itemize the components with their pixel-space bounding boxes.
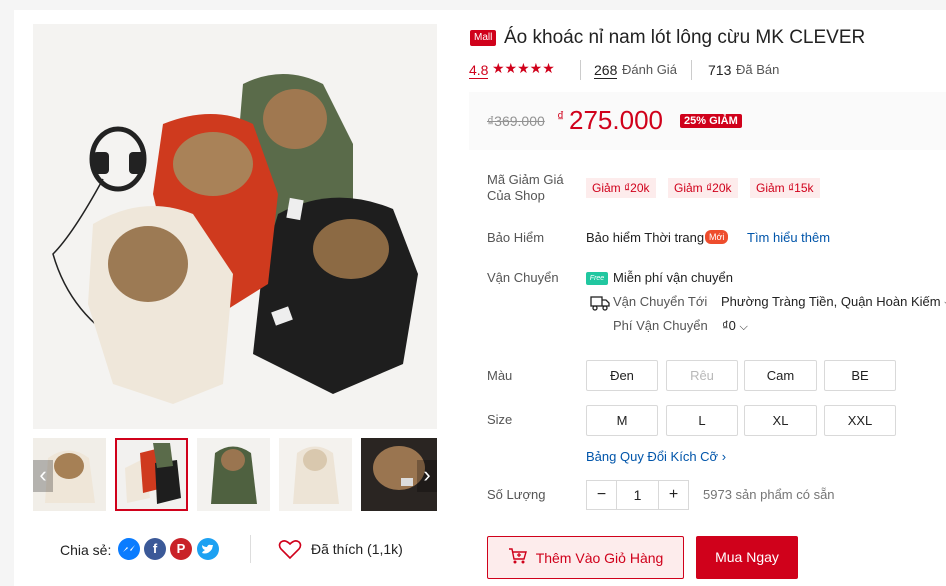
truck-icon <box>590 295 610 311</box>
size-option-m[interactable]: M <box>586 405 658 436</box>
thumbnail-4[interactable] <box>279 438 352 511</box>
ship-fee-value: ₫0 <box>722 318 736 333</box>
mall-badge: Mall <box>470 30 497 46</box>
quantity-stepper: − 1 + <box>586 480 689 510</box>
insurance-text: Bảo hiểm Thời trang <box>586 230 705 245</box>
size-option-l[interactable]: L <box>666 405 738 436</box>
ship-to-value: Phường Tràng Tiền, Quận Hoàn Kiếm <box>721 294 941 309</box>
messenger-icon[interactable] <box>118 538 140 560</box>
divider <box>691 60 692 80</box>
voucher-tag[interactable]: Giảm ₫15k <box>750 178 820 198</box>
divider <box>580 60 581 80</box>
shipping-label: Vận Chuyển <box>487 270 559 285</box>
review-count[interactable]: 268 <box>594 62 618 79</box>
sold-label: Đã Bán <box>736 62 780 77</box>
ship-fee-label: Phí Vận Chuyển <box>613 318 708 333</box>
original-price: ₫369.000 <box>487 113 545 129</box>
free-shipping-text: Miễn phí vận chuyển <box>613 270 733 285</box>
discount-badge: 25% GIẢM <box>680 114 742 128</box>
product-page: ‹ › Chia sẻ: f P Đã thích (1,1k) Mall Áo… <box>14 10 946 586</box>
thumb-next-arrow[interactable]: › <box>417 460 437 492</box>
like-count: Đã thích (1,1k) <box>311 541 403 557</box>
color-option-cam[interactable]: Cam <box>744 360 817 391</box>
sold-count: 713 <box>708 62 732 78</box>
insurance-label: Bảo Hiểm <box>487 230 545 245</box>
insurance-learn-more-link[interactable]: Tìm hiểu thêm <box>747 230 830 245</box>
ship-fee-selector[interactable]: ₫0 ⌵ <box>722 318 748 334</box>
rating-value[interactable]: 4.8 <box>469 62 489 79</box>
voucher-label: Mã Giảm Giá Của Shop <box>487 172 564 204</box>
quantity-increase-button[interactable]: + <box>658 481 688 509</box>
rating-stars: ★★★★★ <box>492 60 555 76</box>
current-price: 275.000 <box>569 105 663 135</box>
buy-now-button[interactable]: Mua Ngay <box>696 536 798 579</box>
size-option-xl[interactable]: XL <box>744 405 817 436</box>
size-chart-link-text: Bảng Quy Đổi Kích Cỡ <box>586 449 719 464</box>
ship-to-label: Vận Chuyển Tới <box>613 294 708 309</box>
chevron-right-icon: › <box>721 449 727 464</box>
share-label: Chia sẻ: <box>60 542 112 558</box>
chevron-down-icon: ⌵ <box>739 321 748 333</box>
voucher-label-line2: Của Shop <box>487 188 545 203</box>
free-shipping-icon: Free <box>586 272 608 285</box>
ship-to-selector[interactable]: Phường Tràng Tiền, Quận Hoàn Kiếm ⌵ <box>721 294 946 310</box>
product-title: Áo khoác nỉ nam lót lông cừu MK CLEVER <box>504 27 866 48</box>
color-option-be[interactable]: BE <box>824 360 896 391</box>
add-to-cart-button[interactable]: Thêm Vào Giỏ Hàng <box>487 536 684 579</box>
color-label: Màu <box>487 368 513 383</box>
twitter-icon[interactable] <box>197 538 219 560</box>
pinterest-icon[interactable]: P <box>170 538 192 560</box>
review-label: Đánh Giá <box>622 62 677 77</box>
quantity-label: Số Lượng <box>487 487 546 502</box>
heart-icon[interactable] <box>278 538 302 565</box>
quantity-decrease-button[interactable]: − <box>587 481 617 509</box>
new-badge: Mới <box>705 230 729 244</box>
add-to-cart-label: Thêm Vào Giỏ Hàng <box>535 549 664 566</box>
facebook-icon[interactable]: f <box>144 538 166 560</box>
size-label: Size <box>487 412 513 427</box>
share-divider <box>250 535 251 563</box>
currency-symbol: ₫ <box>557 108 565 124</box>
stock-available: 5973 sản phẩm có sẵn <box>703 487 835 502</box>
thumb-prev-arrow[interactable]: ‹ <box>33 460 53 492</box>
voucher-tag[interactable]: Giảm ₫20k <box>668 178 738 198</box>
cart-icon <box>508 547 528 568</box>
size-chart-link[interactable]: Bảng Quy Đổi Kích Cỡ › <box>586 449 726 464</box>
color-option-den[interactable]: Đen <box>586 360 658 391</box>
size-option-xxl[interactable]: XXL <box>824 405 896 436</box>
voucher-label-line1: Mã Giảm Giá <box>487 172 564 187</box>
thumbnail-3[interactable] <box>197 438 270 511</box>
thumbnail-2-selected[interactable] <box>115 438 188 511</box>
product-main-image[interactable] <box>33 24 437 429</box>
voucher-tag[interactable]: Giảm ₫20k <box>586 178 656 198</box>
color-option-reu[interactable]: Rêu <box>666 360 738 391</box>
quantity-input[interactable]: 1 <box>617 481 658 509</box>
